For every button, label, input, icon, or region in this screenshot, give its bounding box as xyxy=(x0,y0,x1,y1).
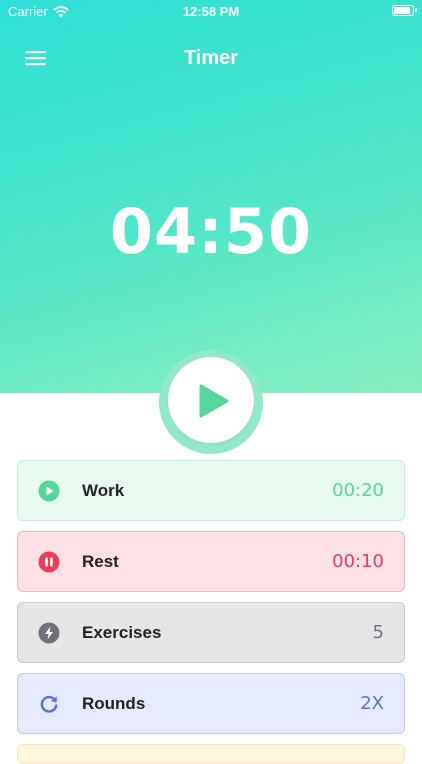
rest-row[interactable]: Rest 00:10 xyxy=(17,531,405,592)
countdown-display: 04:50 xyxy=(109,195,313,268)
exercises-row[interactable]: Exercises 5 xyxy=(17,602,405,663)
work-row[interactable]: Work 00:20 xyxy=(17,460,405,521)
timer-settings-list: Work 00:20 Rest 00:10 Exercises 5 Rounds… xyxy=(17,460,405,744)
refresh-icon xyxy=(40,695,58,713)
work-value: 00:20 xyxy=(332,480,384,501)
rounds-row[interactable]: Rounds 2X xyxy=(17,673,405,734)
next-row-partial[interactable] xyxy=(17,744,405,764)
battery-icon xyxy=(392,5,417,16)
battery-fill xyxy=(394,7,410,14)
exercises-value: 5 xyxy=(372,622,384,643)
status-time: 12:58 PM xyxy=(182,4,240,19)
exercises-label: Exercises xyxy=(82,623,162,642)
pause-circle-icon xyxy=(38,551,60,573)
rest-label: Rest xyxy=(82,552,119,571)
rest-value: 00:10 xyxy=(332,551,384,572)
play-button[interactable] xyxy=(168,357,254,443)
rounds-value: 2X xyxy=(360,693,384,714)
lightning-icon xyxy=(38,622,60,644)
navigation-bar: Timer xyxy=(0,38,422,78)
status-bar: Carrier 12:58 PM xyxy=(0,0,422,24)
rounds-label: Rounds xyxy=(82,694,146,713)
page-title: Timer xyxy=(183,47,239,69)
play-circle-icon xyxy=(38,480,60,502)
play-icon xyxy=(199,384,229,418)
work-label: Work xyxy=(82,481,125,500)
